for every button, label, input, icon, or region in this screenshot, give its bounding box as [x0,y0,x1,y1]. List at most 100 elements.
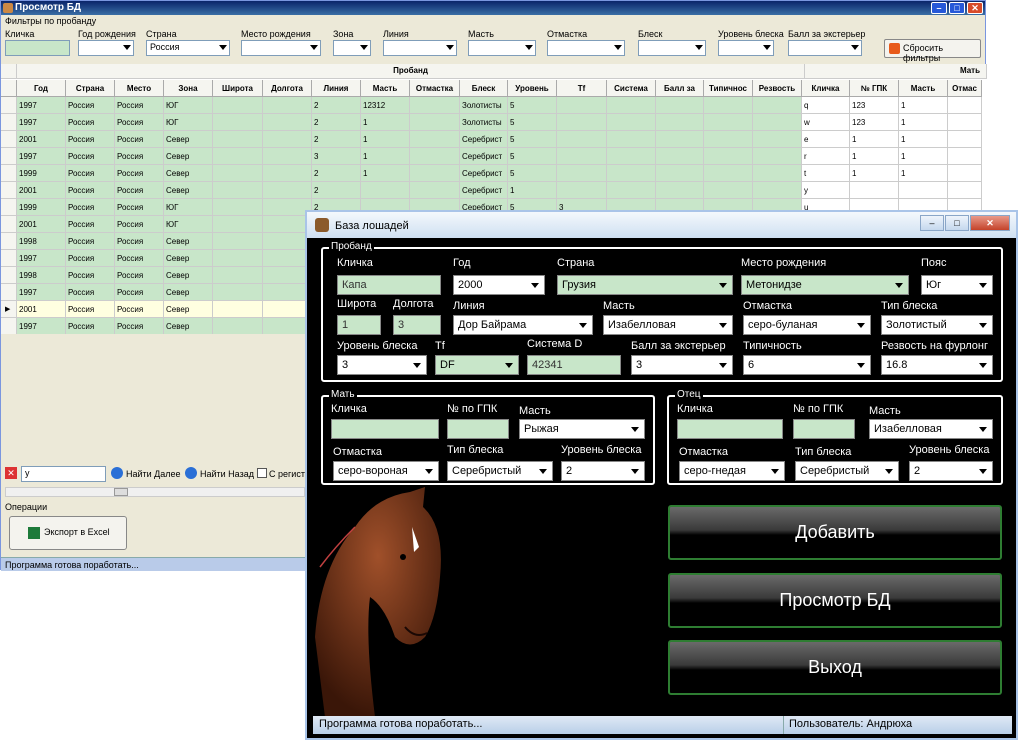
table-cell[interactable] [704,165,753,182]
lon-input[interactable]: 3 [393,315,441,335]
table-cell[interactable] [213,131,263,148]
table-cell[interactable] [607,165,656,182]
table-cell[interactable]: Север [164,148,213,165]
table-cell[interactable]: Север [164,301,213,318]
table-cell[interactable]: Россия [115,284,164,301]
table-cell[interactable] [213,182,263,199]
table-cell[interactable] [753,131,802,148]
table-cell[interactable]: Россия [115,131,164,148]
table-cell[interactable]: t [802,165,850,182]
father-color-select[interactable]: Изабелловая [869,419,993,439]
table-cell[interactable]: Север [164,318,213,334]
table-cell[interactable] [948,165,982,182]
table-cell[interactable]: Север [164,267,213,284]
father-shade-select[interactable]: серо-гнедая [679,461,785,481]
table-cell[interactable]: Россия [66,114,115,131]
country-select[interactable]: Грузия [557,275,733,295]
minimize-icon[interactable]: – [931,2,947,14]
table-row[interactable]: 2001 Россия Россия Север 2 1 Серебрист 5 e 1 1 [1,131,987,148]
father-name-input[interactable] [677,419,783,439]
table-cell[interactable]: 3 [312,148,361,165]
table-cell[interactable] [656,148,704,165]
table-cell[interactable] [557,131,607,148]
table-cell[interactable] [410,114,460,131]
row-selector[interactable] [1,148,17,165]
table-cell[interactable]: 1 [850,131,899,148]
table-cell[interactable]: ЮГ [164,97,213,114]
row-selector[interactable] [1,165,17,182]
close-icon[interactable]: ✕ [967,2,983,14]
table-cell[interactable]: Серебрист [460,165,508,182]
year-select[interactable]: 2000 [453,275,545,295]
father-gpk-input[interactable] [793,419,855,439]
tf-select[interactable]: DF [435,355,519,375]
case-checkbox[interactable] [257,468,267,478]
table-cell[interactable]: Север [164,131,213,148]
table-cell[interactable] [263,114,312,131]
table-cell[interactable]: Россия [66,148,115,165]
table-cell[interactable]: Россия [115,165,164,182]
column-header[interactable]: Масть [899,80,948,97]
table-cell[interactable] [557,148,607,165]
search-input[interactable]: у [21,466,106,482]
table-cell[interactable]: 1 [361,131,410,148]
exit-button[interactable]: Выход [668,640,1002,695]
table-cell[interactable]: 5 [508,131,557,148]
table-cell[interactable]: 1997 [17,318,66,334]
row-selector[interactable]: ▶ [1,301,17,318]
table-cell[interactable] [213,284,263,301]
table-cell[interactable]: 1 [899,148,948,165]
table-cell[interactable]: Север [164,284,213,301]
filter-input[interactable] [468,40,536,56]
close-search-icon[interactable]: ✕ [5,467,17,479]
mother-shine-level-select[interactable]: 2 [561,461,645,481]
reset-filters-button[interactable]: Сбросить фильтры [884,39,981,63]
shine-type-select[interactable]: Золотистый [881,315,993,335]
table-cell[interactable]: q [802,97,850,114]
table-row[interactable]: 1997 Россия Россия ЮГ 2 12312 Золотисты 5 q 123 1 [1,97,987,114]
table-cell[interactable] [213,250,263,267]
table-cell[interactable]: 1 [361,114,410,131]
row-selector[interactable] [1,182,17,199]
table-cell[interactable]: 5 [508,97,557,114]
view-db-button[interactable]: Просмотр БД [668,573,1002,628]
table-cell[interactable]: Россия [66,165,115,182]
line-select[interactable]: Дор Байрама [453,315,593,335]
table-cell[interactable]: Россия [115,182,164,199]
table-cell[interactable] [213,148,263,165]
table-cell[interactable] [656,131,704,148]
table-cell[interactable]: Россия [115,301,164,318]
table-cell[interactable]: e [802,131,850,148]
table-cell[interactable]: 1 [850,148,899,165]
table-cell[interactable]: 1 [850,165,899,182]
table-cell[interactable]: Россия [66,216,115,233]
table-cell[interactable] [704,97,753,114]
scrollbar-thumb[interactable] [114,488,128,496]
column-header[interactable]: Зона [164,80,213,97]
table-cell[interactable] [410,131,460,148]
father-shine-level-select[interactable]: 2 [909,461,993,481]
row-selector[interactable] [1,216,17,233]
table-cell[interactable]: 1 [361,148,410,165]
column-header[interactable]: Балл за [656,80,704,97]
table-cell[interactable]: Серебрист [460,131,508,148]
table-cell[interactable] [753,182,802,199]
horizontal-scrollbar[interactable] [5,487,305,497]
table-cell[interactable]: Россия [115,199,164,216]
filter-input[interactable] [241,40,321,56]
table-cell[interactable] [557,165,607,182]
table-cell[interactable] [361,182,410,199]
table-cell[interactable]: 1997 [17,250,66,267]
table-cell[interactable]: Россия [115,97,164,114]
table-cell[interactable]: 1997 [17,284,66,301]
add-button[interactable]: Добавить [668,505,1002,560]
row-selector[interactable] [1,267,17,284]
close-icon[interactable]: ✕ [970,215,1010,231]
table-cell[interactable] [753,165,802,182]
table-cell[interactable]: 2 [312,165,361,182]
table-cell[interactable]: Россия [66,267,115,284]
table-cell[interactable] [948,148,982,165]
typ-select[interactable]: 6 [743,355,871,375]
table-cell[interactable]: Золотисты [460,114,508,131]
table-cell[interactable] [263,148,312,165]
